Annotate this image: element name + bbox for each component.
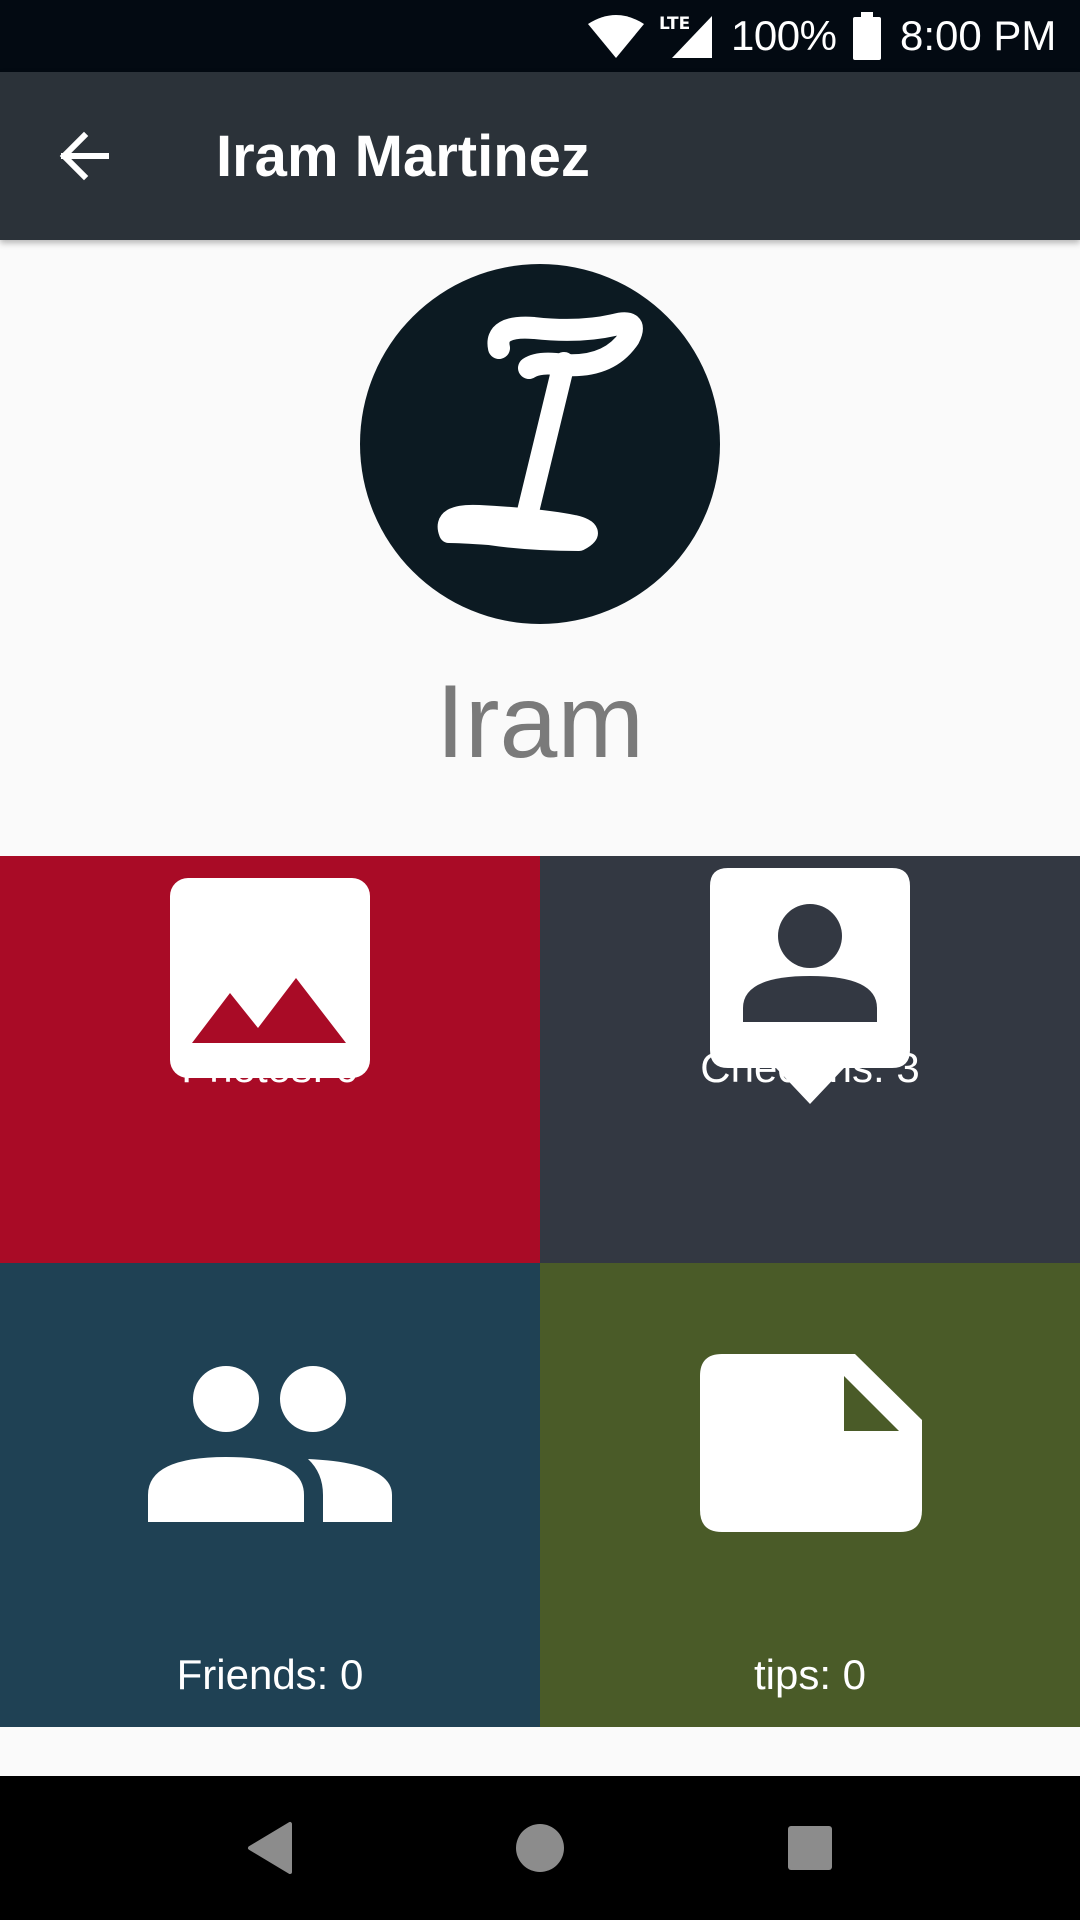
avatar[interactable]: [359, 263, 721, 625]
profile-name: Iram: [436, 664, 644, 780]
note-icon: [700, 1354, 922, 1537]
nav-home-button[interactable]: [480, 1788, 600, 1908]
checkins-count-label: Checkins: 3: [700, 1044, 920, 1091]
status-bar: LTE 100% 8:00 PM: [0, 0, 1080, 72]
friends-group-icon: [148, 1365, 392, 1530]
system-navigation-bar: [0, 1776, 1080, 1920]
back-button[interactable]: [36, 108, 132, 204]
nav-recents-button[interactable]: [750, 1788, 870, 1908]
nav-home-icon: [516, 1824, 564, 1872]
friends-tile[interactable]: Friends: 0: [0, 1263, 540, 1727]
nav-back-button[interactable]: [210, 1788, 330, 1908]
wifi-icon: [588, 14, 644, 63]
photos-tile[interactable]: Photos: 0: [0, 856, 540, 1263]
battery-full-icon: [853, 12, 881, 65]
friends-count-label: Friends: 0: [176, 1651, 364, 1698]
photos-count-label: Photos: 0: [181, 1044, 359, 1091]
status-clock: 8:00 PM: [900, 12, 1057, 59]
network-type-label: LTE: [659, 14, 690, 34]
tips-count-label: tips: 0: [753, 1651, 867, 1698]
checkins-tile[interactable]: Checkins: 3: [540, 856, 1080, 1263]
app-bar: Iram Martinez: [0, 72, 1080, 240]
nav-back-icon: [248, 1822, 292, 1874]
profile-screen: LTE 100% 8:00 PM Iram Martinez Iram Phot…: [0, 0, 1080, 1920]
page-title: Iram Martinez: [216, 124, 590, 189]
lte-signal-icon: LTE: [658, 12, 714, 65]
nav-recents-icon: [788, 1826, 832, 1870]
arrow-back-icon: [59, 131, 109, 181]
battery-percent: 100%: [731, 12, 837, 59]
tips-tile[interactable]: tips: 0: [540, 1263, 1080, 1727]
